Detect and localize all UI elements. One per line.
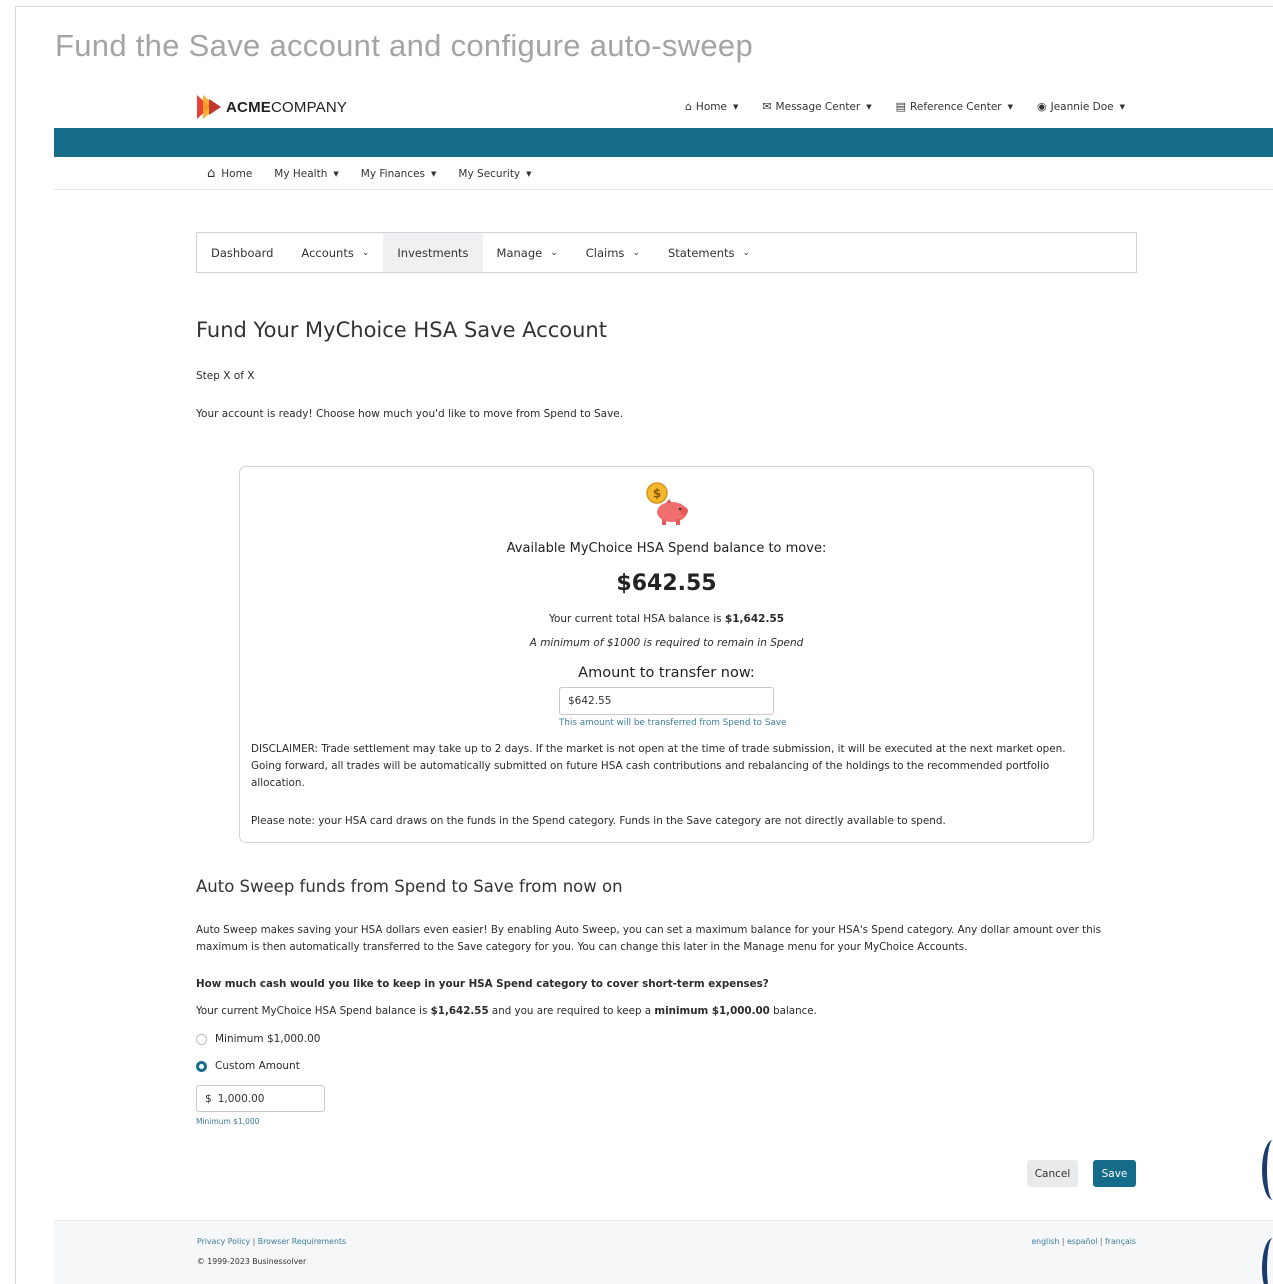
intro-text: Your account is ready! Choose how much y… <box>196 408 624 420</box>
sweep-description: Auto Sweep makes saving your HSA dollars… <box>196 924 1101 953</box>
main-nav-my-security[interactable]: My Security ▼ <box>458 166 531 181</box>
save-button[interactable]: Save <box>1093 1160 1136 1187</box>
currency-symbol: $ <box>205 1092 212 1105</box>
step-indicator: Step X of X <box>196 370 255 382</box>
main-nav-home[interactable]: ⌂ Home <box>207 166 252 181</box>
sweep-title: Auto Sweep funds from Spend to Save from… <box>196 877 623 896</box>
top-nav-user-menu[interactable]: ◉ Jeannie Doe ▼ <box>1037 100 1125 113</box>
company-logo[interactable]: ACMECOMPANY <box>197 95 347 119</box>
disclaimer-text: DISCLAIMER: Trade settlement may take up… <box>251 743 1066 789</box>
page-title: Fund Your MyChoice HSA Save Account <box>196 318 607 342</box>
minimum-note: A minimum of $1000 is required to remain… <box>529 637 804 649</box>
logo-rest-text: COMPANY <box>270 98 348 116</box>
tab-statements[interactable]: Statements ⌄ <box>654 233 764 272</box>
spend-note: Please note: your HSA card draws on the … <box>251 815 946 827</box>
radio-minimum-indicator[interactable] <box>196 1033 207 1045</box>
header-bar <box>54 128 1273 157</box>
custom-amount-input[interactable] <box>217 1092 308 1105</box>
svg-text:$: $ <box>653 487 661 501</box>
caret-down-icon: ▼ <box>732 102 739 111</box>
tab-manage[interactable]: Manage ⌄ <box>483 233 572 272</box>
footer-links: Privacy Policy | Browser Requirements <box>197 1237 347 1246</box>
caret-down-icon: ▼ <box>333 169 339 178</box>
chevron-down-icon: ⌄ <box>361 247 370 258</box>
browser-requirements-link[interactable]: Browser Requirements <box>258 1237 346 1246</box>
top-nav-message-center[interactable]: ✉ Message Center ▼ <box>762 100 871 113</box>
lang-spanish-link[interactable]: español <box>1067 1237 1097 1246</box>
main-nav: ⌂ Home My Health ▼ My Finances ▼ My Secu… <box>207 166 554 181</box>
nav-divider <box>54 189 1273 190</box>
tab-bar: Dashboard Accounts ⌄ Investments Manage ⌄ … <box>196 232 1137 273</box>
caret-down-icon: ▼ <box>866 102 872 111</box>
custom-amount-hint: Minimum $1,000 <box>196 1117 260 1126</box>
copyright: © 1999-2023 Businessolver <box>197 1257 307 1266</box>
mail-icon: ✉ <box>762 100 772 113</box>
chevron-down-icon: ⌄ <box>632 247 640 258</box>
home-icon: ⌂ <box>207 166 216 181</box>
transfer-card: $ Available MyChoice HSA Spend balance t… <box>239 466 1094 843</box>
chevron-down-icon: ⌄ <box>550 247 558 258</box>
cancel-button[interactable]: Cancel <box>1027 1160 1078 1187</box>
piggy-bank-icon: $ <box>646 482 688 525</box>
lang-french-link[interactable]: français <box>1105 1237 1136 1246</box>
caret-down-icon: ▼ <box>431 169 437 178</box>
main-nav-my-finances[interactable]: My Finances ▼ <box>361 166 437 181</box>
custom-amount-field[interactable]: $ <box>196 1085 325 1112</box>
caret-down-icon: ▼ <box>1007 102 1013 111</box>
logo-mark-icon <box>197 95 221 119</box>
transfer-label: Amount to transfer now: <box>578 665 755 681</box>
tab-investments[interactable]: Investments <box>383 233 483 272</box>
tab-dashboard[interactable]: Dashboard <box>197 233 287 272</box>
logo-bold-text: ACME <box>226 98 271 116</box>
available-balance-amount: $642.55 <box>616 571 717 596</box>
caret-down-icon: ▼ <box>526 169 532 178</box>
caret-down-icon: ▼ <box>1119 102 1125 111</box>
top-nav-reference-center[interactable]: ▤ Reference Center ▼ <box>896 100 1013 113</box>
radio-minimum[interactable]: Minimum $1,000.00 <box>196 1033 320 1045</box>
main-nav-my-health[interactable]: My Health ▼ <box>274 166 338 181</box>
top-nav-home[interactable]: ⌂ Home ▼ <box>685 100 738 113</box>
privacy-policy-link[interactable]: Privacy Policy <box>197 1237 250 1246</box>
tab-accounts[interactable]: Accounts ⌄ <box>287 233 383 272</box>
transfer-hint: This amount will be transferred from Spe… <box>559 718 787 728</box>
total-balance-text: Your current total HSA balance is $1,642… <box>548 613 785 625</box>
user-icon: ◉ <box>1037 100 1047 113</box>
top-nav: ⌂ Home ▼ ✉ Message Center ▼ ▤ Reference … <box>661 100 1125 113</box>
page-heading: Fund the Save account and configure auto… <box>55 28 753 63</box>
sweep-question: How much cash would you like to keep in … <box>196 978 769 990</box>
home-icon: ⌂ <box>684 100 692 113</box>
available-balance-label: Available MyChoice HSA Spend balance to … <box>506 541 827 556</box>
radio-custom-indicator[interactable] <box>196 1060 207 1072</box>
chevron-down-icon: ⌄ <box>742 247 751 258</box>
radio-custom-amount[interactable]: Custom Amount <box>196 1060 300 1072</box>
book-icon: ▤ <box>895 100 907 113</box>
language-links: english | español | français <box>1031 1237 1136 1246</box>
spend-balance-text: Your current MyChoice HSA Spend balance … <box>196 1005 817 1017</box>
footer: Privacy Policy | Browser Requirements © … <box>54 1220 1273 1284</box>
transfer-amount-input[interactable] <box>559 687 774 715</box>
tab-claims[interactable]: Claims ⌄ <box>572 233 654 272</box>
lang-english-link[interactable]: english <box>1031 1237 1059 1246</box>
